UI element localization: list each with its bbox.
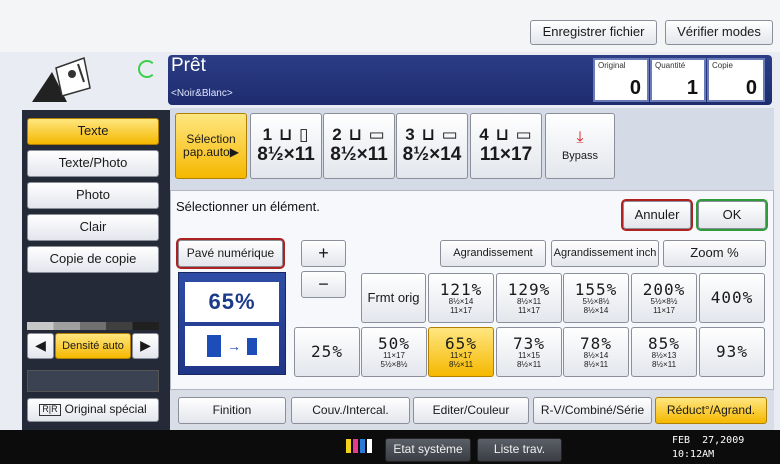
ratio-25-button[interactable]: 25% — [294, 327, 360, 377]
tray-size: 8½×11 — [257, 143, 315, 165]
arrow-right-icon: → — [227, 338, 241, 354]
bypass-label: Bypass — [561, 149, 599, 162]
special-original-icon: R|R — [39, 404, 61, 416]
ratio-129-button[interactable]: 129% 8½×11 11×17 — [496, 273, 562, 323]
tray-1-button[interactable]: 1 ⊔ ▯ 8½×11 — [250, 113, 322, 179]
zoom-percent-button[interactable]: Zoom % — [663, 240, 766, 267]
counter-value: 0 — [745, 77, 757, 99]
save-file-button[interactable]: Enregistrer fichier — [530, 20, 657, 45]
ratio-93-button[interactable]: 93% — [699, 327, 765, 377]
mode-photo-button[interactable]: Photo — [27, 182, 159, 209]
counter-value: 1 — [686, 77, 698, 99]
auto-density-button[interactable]: Densité auto — [55, 333, 131, 359]
tray-number: 1 ⊔ ▯ — [262, 125, 310, 145]
job-list-button[interactable]: Liste trav. — [477, 438, 562, 462]
ratio-121-button[interactable]: 121% 8½×14 11×17 — [428, 273, 494, 323]
counter-value: 0 — [629, 77, 641, 99]
auto-paper-select-button[interactable]: Sélection pap.auto▶ — [175, 113, 247, 179]
full-size-button[interactable]: Frmt orig — [361, 273, 426, 323]
density-scale — [27, 322, 159, 330]
tab-finishing[interactable]: Finition — [178, 397, 286, 424]
ratio-200-button[interactable]: 200% 5½×8½ 11×17 — [631, 273, 697, 323]
clock-time: 10:12AM — [672, 449, 715, 460]
quantity-counter: Quantité 1 — [650, 58, 706, 102]
density-darker-button[interactable]: ▶ — [132, 333, 159, 359]
copier-logo-icon — [22, 52, 132, 106]
special-original-button[interactable]: R|R Original spécial — [27, 398, 159, 422]
enlarge-button[interactable]: Agrandissement — [440, 240, 546, 267]
bypass-tray-button[interactable]: ⤓ Bypass — [545, 113, 615, 179]
top-strip — [0, 0, 780, 52]
status-title: Prêt — [171, 55, 206, 76]
tray-size: 8½×14 — [402, 143, 462, 165]
increase-ratio-button[interactable]: + — [301, 240, 346, 267]
tray-2-button[interactable]: 2 ⊔ ▭ 8½×11 — [323, 113, 395, 179]
tab-edit-color[interactable]: Editer/Couleur — [413, 397, 529, 424]
empty-slot — [27, 370, 159, 392]
check-modes-button[interactable]: Vérifier modes — [665, 20, 773, 45]
special-original-label: Original spécial — [64, 402, 147, 417]
status-subtitle: <Noir&Blanc> — [171, 88, 233, 99]
clock-date: FEB 27,2009 — [672, 435, 745, 446]
enlarge-inch-button[interactable]: Agrandissement inch — [551, 240, 659, 267]
decrease-ratio-button[interactable]: − — [301, 271, 346, 298]
bypass-tray-icon: ⤓ — [576, 128, 584, 146]
mode-generation-copy-button[interactable]: Copie de copie — [27, 246, 159, 273]
ratio-400-button[interactable]: 400% — [699, 273, 765, 323]
tray-number: 4 ⊔ ▭ — [479, 125, 533, 145]
kyc-toner-icon — [346, 439, 372, 453]
tray-4-button[interactable]: 4 ⊔ ▭ 11×17 — [470, 113, 542, 179]
tab-cover-slip[interactable]: Couv./Intercal. — [291, 397, 410, 424]
tray-size: 11×17 — [479, 143, 533, 165]
ratio-155-button[interactable]: 155% 5½×8½ 8½×14 — [563, 273, 629, 323]
numeric-keypad-button[interactable]: Pavé numérique — [176, 238, 285, 269]
tray-size: 8½×11 — [330, 143, 388, 165]
mode-light-button[interactable]: Clair — [27, 214, 159, 241]
tray-number: 3 ⊔ ▭ — [405, 125, 459, 145]
counter-label: Copie — [712, 61, 733, 70]
ratio-85-button[interactable]: 85% 8½×13 8½×11 — [631, 327, 697, 377]
counter-label: Quantité — [655, 61, 686, 70]
ratio-50-button[interactable]: 50% 11×17 5½×8½ — [361, 327, 427, 377]
copy-document-icon — [247, 337, 257, 355]
ratio-illustration: → — [185, 326, 279, 366]
ratio-78-button[interactable]: 78% 8½×14 8½×11 — [563, 327, 629, 377]
tray-number: 2 ⊔ ▭ — [332, 125, 386, 145]
ok-button[interactable]: OK — [696, 199, 768, 231]
cancel-button[interactable]: Annuler — [621, 199, 693, 231]
original-document-icon — [207, 335, 221, 357]
copy-counter: Copie 0 — [707, 58, 765, 102]
auto-paper-line2: pap.auto▶ — [183, 145, 239, 159]
current-ratio-value: 65% — [185, 282, 279, 322]
instruction-text: Sélectionner un élément. — [176, 199, 320, 214]
original-counter: Original 0 — [593, 58, 649, 102]
density-lighter-button[interactable]: ◀ — [27, 333, 54, 359]
counter-label: Original — [598, 61, 626, 70]
tray-3-button[interactable]: 3 ⊔ ▭ 8½×14 — [396, 113, 468, 179]
tab-duplex-combine[interactable]: R-V/Combiné/Série — [533, 397, 652, 424]
ready-ring-icon — [138, 60, 156, 78]
copier-screen: Enregistrer fichier Vérifier modes Prêt … — [0, 0, 780, 464]
tab-reduce-enlarge[interactable]: Réduct°/Agrand. — [655, 397, 767, 424]
mode-text-photo-button[interactable]: Texte/Photo — [27, 150, 159, 177]
system-status-button[interactable]: Etat système — [385, 438, 471, 462]
ratio-65-button[interactable]: 65% 11×17 8½×11 — [428, 327, 494, 377]
ratio-73-button[interactable]: 73% 11×15 8½×11 — [496, 327, 562, 377]
mode-text-button[interactable]: Texte — [27, 118, 159, 145]
